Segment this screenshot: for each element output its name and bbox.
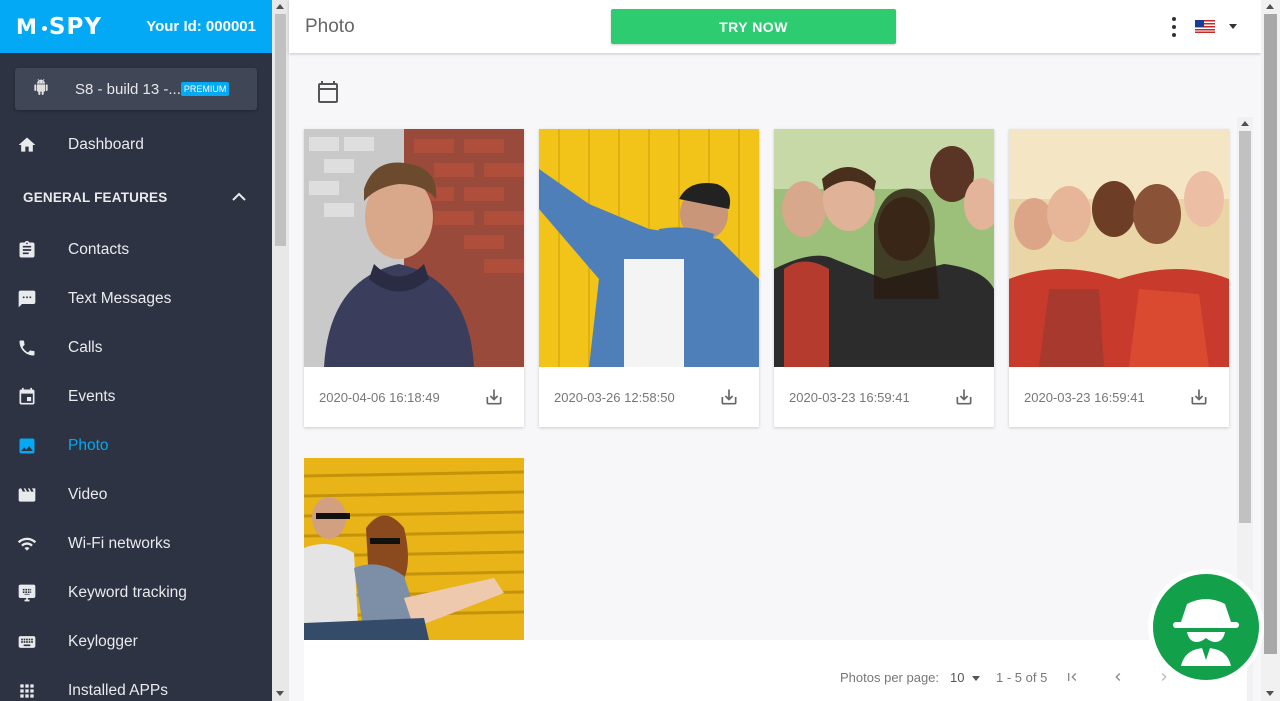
scrollbar-thumb[interactable] <box>275 14 286 246</box>
chevron-up-icon <box>232 190 246 205</box>
sidebar-item-wifi-networks[interactable]: Wi-Fi networks <box>0 519 272 568</box>
photo-card[interactable]: 2020-03-23 16:59:41 <box>1009 129 1229 427</box>
section-title: GENERAL FEATURES <box>23 189 168 205</box>
sidebar-item-label: Video <box>68 485 108 503</box>
sidebar: M SPY Your Id: 000001 S8 - build 13 -... … <box>0 0 272 701</box>
try-now-button[interactable]: TRY NOW <box>611 9 896 44</box>
download-icon[interactable] <box>1189 387 1209 407</box>
photo-card[interactable]: 2020-03-26 12:58:50 <box>539 129 759 427</box>
scroll-up-arrow[interactable] <box>1241 121 1249 126</box>
sidebar-scrollbar[interactable] <box>272 0 289 701</box>
device-selector[interactable]: S8 - build 13 -... PREMIUM <box>15 68 257 110</box>
sidebar-item-video[interactable]: Video <box>0 470 272 519</box>
photo-thumbnail[interactable] <box>774 129 994 367</box>
top-bar: Photo TRY NOW <box>289 0 1261 53</box>
keyboard-icon <box>17 632 37 652</box>
image-icon <box>17 436 37 456</box>
more-vert-icon[interactable] <box>1167 17 1181 37</box>
phone-icon <box>17 338 37 358</box>
sidebar-item-installed-apps[interactable]: Installed APPs <box>0 666 272 701</box>
photo-timestamp: 2020-03-26 12:58:50 <box>554 389 675 405</box>
sidebar-item-label: Keylogger <box>68 632 138 650</box>
sidebar-item-label: Text Messages <box>68 289 172 307</box>
photo-meta: 2020-03-23 16:59:41 <box>774 367 994 427</box>
mspy-logo[interactable]: M SPY <box>16 14 102 40</box>
sidebar-item-calls[interactable]: Calls <box>0 323 272 372</box>
photo-card[interactable]: 2020-03-23 16:59:41 <box>774 129 994 427</box>
sidebar-item-keyword-tracking[interactable]: Keyword tracking <box>0 568 272 617</box>
spy-avatar-badge <box>1148 569 1264 685</box>
per-page-label: Photos per page: <box>840 670 940 685</box>
sidebar-item-keylogger[interactable]: Keylogger <box>0 617 272 666</box>
home-icon <box>17 135 37 155</box>
page-scrollbar[interactable] <box>1261 0 1280 701</box>
keyboard-monitor-icon <box>17 583 37 603</box>
sidebar-item-label: Installed APPs <box>68 681 168 699</box>
photo-meta: 2020-03-26 12:58:50 <box>539 367 759 427</box>
photo-timestamp: 2020-03-23 16:59:41 <box>1024 389 1145 405</box>
sidebar-item-text-messages[interactable]: Text Messages <box>0 274 272 323</box>
photo-thumbnail[interactable] <box>1009 129 1229 367</box>
spy-icon <box>1173 599 1239 666</box>
photo-timestamp: 2020-04-06 16:18:49 <box>319 389 440 405</box>
premium-badge: PREMIUM <box>180 82 230 96</box>
photo-thumbnail[interactable] <box>304 129 524 367</box>
sidebar-item-events[interactable]: Events <box>0 372 272 421</box>
wifi-icon <box>17 534 37 554</box>
scroll-down-arrow[interactable] <box>276 691 284 696</box>
us-flag-icon[interactable] <box>1195 20 1215 33</box>
sidebar-item-label: Wi-Fi networks <box>68 534 171 552</box>
scrollbar-thumb[interactable] <box>1239 131 1251 523</box>
date-filter-calendar-icon[interactable] <box>316 80 340 104</box>
photo-card[interactable] <box>304 458 524 640</box>
language-dropdown-caret[interactable] <box>1229 24 1237 29</box>
section-general-features[interactable]: GENERAL FEATURES <box>0 169 272 225</box>
page-range: 1 - 5 of 5 <box>996 670 1048 685</box>
first-page-icon[interactable] <box>1064 669 1080 685</box>
scrollbar-thumb[interactable] <box>1264 14 1277 654</box>
sidebar-item-label: Photo <box>68 436 109 454</box>
scroll-up-arrow[interactable] <box>276 4 284 9</box>
per-page-select[interactable]: 10 <box>950 670 964 685</box>
sidebar-item-label: Dashboard <box>68 135 144 153</box>
calendar-icon <box>17 387 37 407</box>
chevron-down-icon[interactable] <box>972 676 980 681</box>
download-icon[interactable] <box>484 387 504 407</box>
message-icon <box>17 289 37 309</box>
sidebar-item-label: Keyword tracking <box>68 583 187 601</box>
sidebar-item-photo[interactable]: Photo <box>0 421 272 470</box>
photo-meta: 2020-03-23 16:59:41 <box>1009 367 1229 427</box>
sidebar-item-label: Events <box>68 387 116 405</box>
sidebar-item-label: Contacts <box>68 240 130 258</box>
scroll-up-arrow[interactable] <box>1266 4 1274 9</box>
photo-card[interactable]: 2020-04-06 16:18:49 <box>304 129 524 427</box>
device-name: S8 - build 13 -... <box>75 80 181 98</box>
page-title: Photo <box>305 15 355 37</box>
user-id: Your Id: 000001 <box>146 18 256 35</box>
scroll-down-arrow[interactable] <box>1266 691 1274 696</box>
photo-thumbnail[interactable] <box>304 458 524 640</box>
pagination-footer: Photos per page: 10 1 - 5 of 5 <box>304 640 1247 701</box>
clipboard-icon <box>17 240 37 260</box>
movie-icon <box>17 485 37 505</box>
photo-meta: 2020-04-06 16:18:49 <box>304 367 524 427</box>
sidebar-item-dashboard[interactable]: Dashboard <box>0 120 272 169</box>
brand-bar: M SPY Your Id: 000001 <box>0 0 272 53</box>
sidebar-item-label: Calls <box>68 338 103 356</box>
download-icon[interactable] <box>719 387 739 407</box>
android-icon <box>33 78 49 101</box>
photo-thumbnail[interactable] <box>539 129 759 367</box>
apps-grid-icon <box>17 681 37 701</box>
previous-page-icon[interactable] <box>1110 669 1126 685</box>
download-icon[interactable] <box>954 387 974 407</box>
photo-timestamp: 2020-03-23 16:59:41 <box>789 389 910 405</box>
sidebar-item-contacts[interactable]: Contacts <box>0 225 272 274</box>
